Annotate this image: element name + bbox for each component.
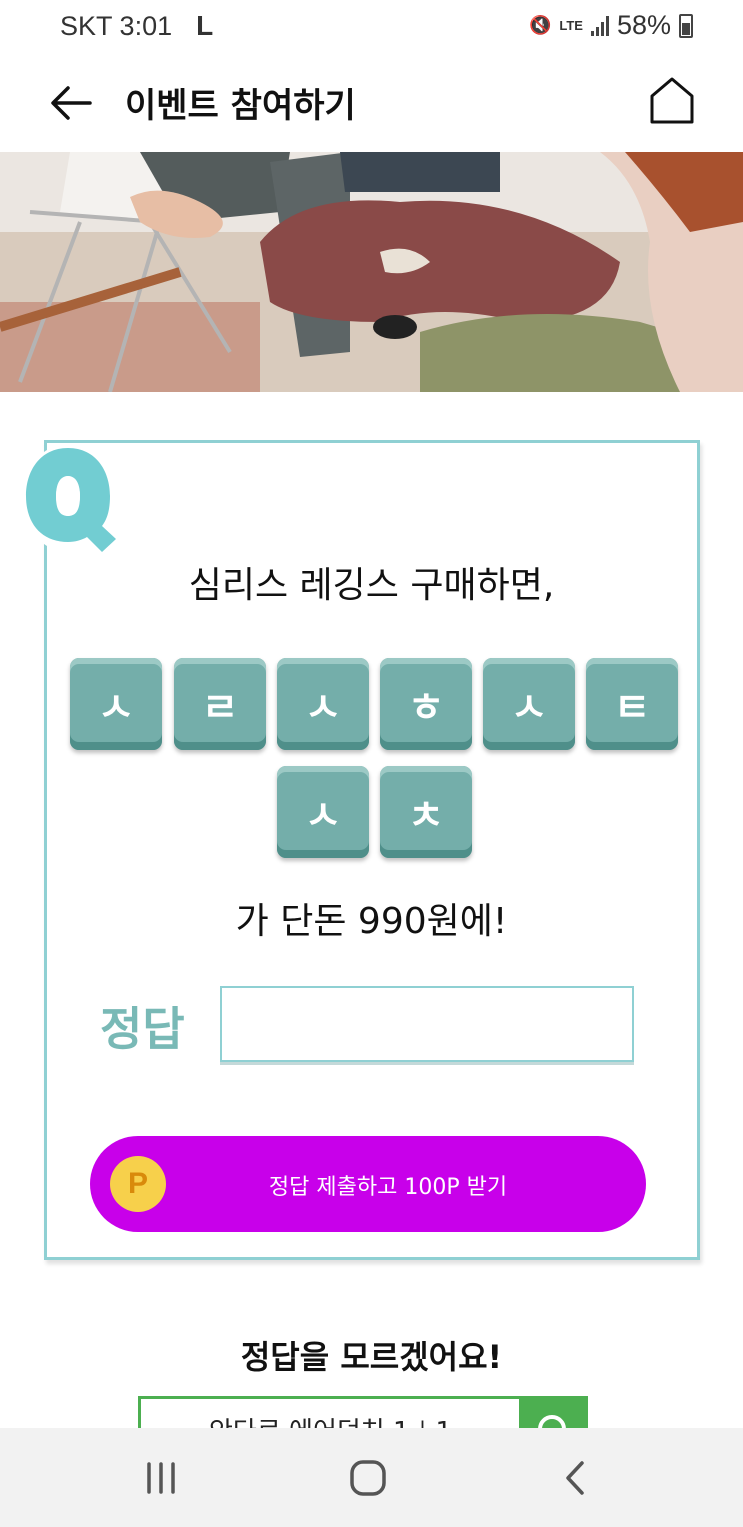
q-badge-icon — [20, 436, 120, 556]
app-header: 이벤트 참여하기 — [0, 52, 743, 152]
question-text-after: 가 단돈 990원에! — [235, 901, 508, 942]
quiz-tile: ㅅ — [277, 658, 369, 750]
back-button[interactable] — [48, 80, 94, 126]
nav-recents-button[interactable] — [141, 1460, 181, 1496]
chevron-left-icon — [566, 1461, 584, 1495]
battery-percent: 58% — [616, 10, 671, 40]
quiz-tile: ㄹ — [174, 658, 266, 750]
status-right: 🔇 LTE 58% — [529, 10, 693, 41]
signal-icon — [590, 15, 609, 36]
quiz-tile: ㅅ — [70, 658, 162, 750]
answer-label: 정답 — [100, 1002, 185, 1056]
submit-answer-label: 정답 제출하고 100P 받기 — [268, 1175, 508, 1200]
nav-home-button[interactable] — [348, 1460, 388, 1496]
quiz-tile: ㅅ — [483, 658, 575, 750]
quiz-tile: ㅅ — [277, 766, 369, 858]
answer-input[interactable] — [220, 986, 634, 1062]
mute-icon: 🔇 — [528, 15, 552, 35]
page-title: 이벤트 참여하기 — [125, 86, 356, 126]
recents-icon — [147, 1462, 175, 1494]
quiz-tile: ㅊ — [380, 766, 472, 858]
submit-answer-button[interactable]: P 정답 제출하고 100P 받기 — [90, 1136, 646, 1232]
nav-home-icon — [350, 1460, 386, 1496]
dont-know-heading: 정답을 모르겠어요! — [240, 1338, 503, 1376]
arrow-left-icon — [51, 86, 92, 120]
quiz-tile: ㅌ — [586, 658, 678, 750]
hero-image — [0, 152, 743, 392]
status-time: SKT 3:01 — [60, 10, 173, 41]
carrier-icon: L — [196, 10, 214, 41]
battery-icon — [679, 13, 693, 38]
status-bar: SKT 3:01 L 🔇 LTE 58% — [0, 0, 743, 52]
system-nav-bar — [0, 1428, 743, 1527]
nav-back-button[interactable] — [556, 1460, 596, 1496]
hero-illustration — [0, 152, 743, 392]
home-button[interactable] — [649, 76, 695, 126]
question-text-before: 심리스 레깅스 구매하면, — [188, 565, 555, 606]
status-left: SKT 3:01 L — [60, 10, 213, 42]
quiz-tile: ㅎ — [380, 658, 472, 750]
home-icon — [650, 77, 694, 124]
lte-icon: LTE — [559, 18, 583, 33]
